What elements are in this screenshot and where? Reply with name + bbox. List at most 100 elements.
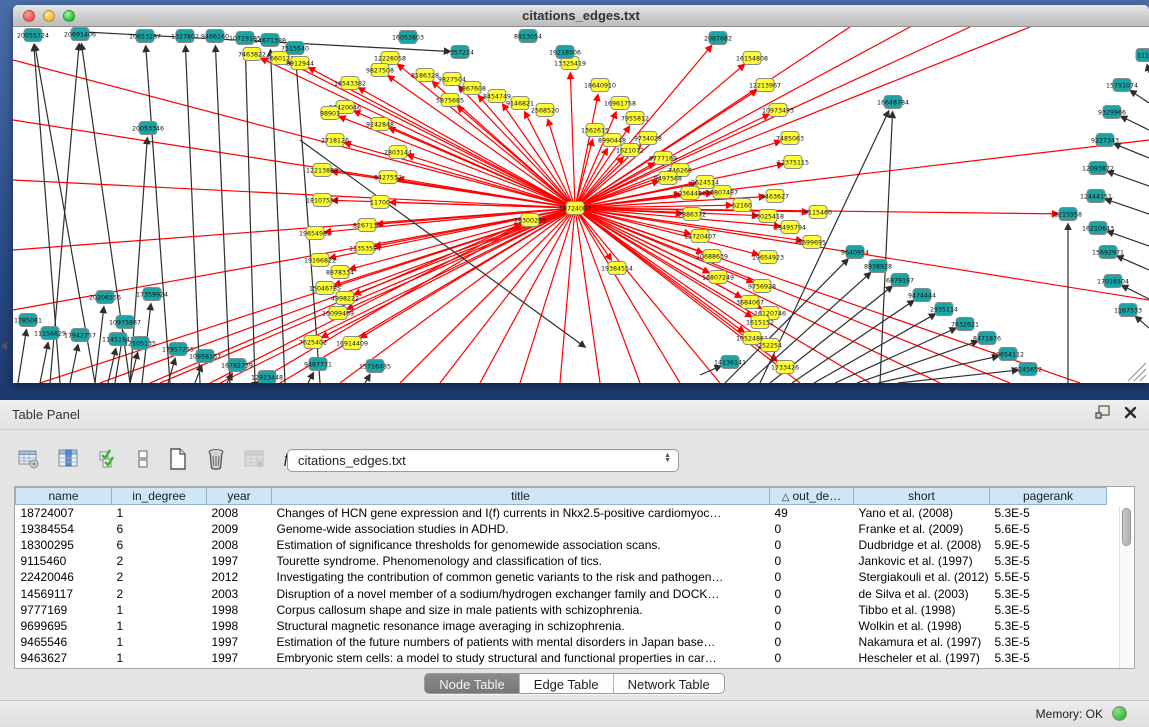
graph-node[interactable]: 1733426 xyxy=(771,361,799,374)
graph-node[interactable]: 1327802 xyxy=(171,30,199,43)
table-cell[interactable]: de Silva et al. (2003) xyxy=(854,585,990,601)
table-row[interactable]: 946554611997Estimation of the future num… xyxy=(16,634,1121,650)
table-cell[interactable]: Corpus callosum shape and size in male p… xyxy=(272,602,770,618)
table-cell[interactable]: Estimation of the future numbers of pati… xyxy=(272,634,770,650)
table-cell[interactable]: 2012 xyxy=(207,569,272,585)
graph-node[interactable]: 16648784 xyxy=(877,96,909,109)
graph-node[interactable]: 18495794 xyxy=(774,221,806,234)
table-cell[interactable]: Jankovic et al. (1997) xyxy=(854,553,990,569)
table-cell[interactable]: 5.3E-5 xyxy=(990,505,1107,521)
new-column-icon[interactable] xyxy=(166,446,190,472)
table-cell[interactable]: 1997 xyxy=(207,634,272,650)
select-all-icon[interactable] xyxy=(96,447,120,471)
graph-node[interactable]: 9245652 xyxy=(1014,363,1042,376)
table-cell[interactable]: 5.3E-5 xyxy=(990,585,1107,601)
graph-node[interactable]: 62160 xyxy=(732,199,752,212)
table-cell[interactable]: 0 xyxy=(770,634,854,650)
graph-node[interactable]: 8186328 xyxy=(411,69,439,82)
graph-node[interactable]: 8215958 xyxy=(1054,208,1082,221)
table-cell[interactable]: Investigating the contribution of common… xyxy=(272,569,770,585)
graph-node[interactable]: 9115460 xyxy=(804,206,832,219)
table-row[interactable]: 969969511998Structural magnetic resonanc… xyxy=(16,618,1121,634)
table-cell[interactable]: 2008 xyxy=(207,537,272,553)
table-cell[interactable]: Nakamura et al. (1997) xyxy=(854,634,990,650)
graph-node[interactable]: 4998222 xyxy=(331,292,359,305)
table-cell[interactable]: Embryonic stem cells: a model to study s… xyxy=(272,650,770,666)
table-cell[interactable]: 1 xyxy=(112,505,207,521)
table-cell[interactable]: 1997 xyxy=(207,650,272,666)
column-header-indegree[interactable]: in_degree xyxy=(112,488,207,505)
graph-node[interactable]: 8471876 xyxy=(973,332,1001,345)
table-cell[interactable]: 0 xyxy=(770,521,854,537)
table-cell[interactable]: Franke et al. (2009) xyxy=(854,521,990,537)
window-titlebar[interactable]: citations_edges.txt xyxy=(13,5,1149,27)
graph-node[interactable]: 9466160 xyxy=(201,30,229,43)
table-cell[interactable]: Dudbridge et al. (2008) xyxy=(854,537,990,553)
graph-node[interactable]: 17942757 xyxy=(64,329,96,342)
table-cell[interactable]: Estimation of significance thresholds fo… xyxy=(272,537,770,553)
graph-node[interactable]: 12923448 xyxy=(251,371,283,384)
column-header-name[interactable]: name xyxy=(16,488,112,505)
graph-node[interactable]: 15720407 xyxy=(684,230,716,243)
table-cell[interactable]: 1998 xyxy=(207,618,272,634)
table-row[interactable]: 1830029562008Estimation of significance … xyxy=(16,537,1121,553)
graph-node[interactable]: 2803144 xyxy=(384,146,412,159)
table-cell[interactable]: 0 xyxy=(770,537,854,553)
table-cell[interactable]: 2 xyxy=(112,553,207,569)
table-cell[interactable]: 5.3E-5 xyxy=(990,602,1107,618)
graph-node[interactable]: 12213967 xyxy=(749,79,781,92)
table-cell[interactable]: 2 xyxy=(112,585,207,601)
graph-node[interactable]: 9827504 xyxy=(438,73,466,86)
table-cell[interactable]: Tourette syndrome. Phenomenology and cla… xyxy=(272,553,770,569)
graph-node[interactable]: 9827508 xyxy=(366,64,394,77)
table-cell[interactable]: Genome-wide association studies in ADHD. xyxy=(272,521,770,537)
delete-table-icon[interactable] xyxy=(242,447,268,471)
table-cell[interactable]: 5.5E-5 xyxy=(990,569,1107,585)
graph-node[interactable]: 7485063 xyxy=(776,132,804,145)
graph-node[interactable]: 9474444 xyxy=(908,289,936,302)
graph-node[interactable]: 2867608 xyxy=(458,82,486,95)
table-cell[interactable]: 14569117 xyxy=(16,585,112,601)
table-cell[interactable]: Disruption of a novel member of a sodium… xyxy=(272,585,770,601)
table-cell[interactable]: 0 xyxy=(770,585,854,601)
table-cell[interactable]: 1 xyxy=(112,602,207,618)
graph-node[interactable]: 1785081 xyxy=(14,314,42,327)
column-header-title[interactable]: title xyxy=(272,488,770,505)
table-cell[interactable]: 1 xyxy=(112,650,207,666)
tab-edge-table[interactable]: Edge Table xyxy=(519,674,613,693)
table-cell[interactable]: 0 xyxy=(770,650,854,666)
table-cell[interactable]: 0 xyxy=(770,602,854,618)
table-cell[interactable]: Yano et al. (2008) xyxy=(854,505,990,521)
table-mode-icon[interactable] xyxy=(16,447,42,471)
table-cell[interactable]: Hescheler et al. (1997) xyxy=(854,650,990,666)
table-cell[interactable]: 2 xyxy=(112,569,207,585)
table-cell[interactable]: 0 xyxy=(770,618,854,634)
vertical-scrollbar[interactable] xyxy=(1119,506,1132,668)
graph-node[interactable]: 20691406 xyxy=(64,28,96,41)
scrollbar-thumb[interactable] xyxy=(1122,508,1131,546)
column-header-outde[interactable]: △out_de… xyxy=(770,488,854,505)
network-window[interactable]: citations_edges.txt 18724007 18300295 19… xyxy=(13,5,1149,383)
table-cell[interactable]: 18724007 xyxy=(16,505,112,521)
table-cell[interactable]: 1997 xyxy=(207,553,272,569)
table-cell[interactable]: 22420046 xyxy=(16,569,112,585)
table-row[interactable]: 1938455462009Genome-wide association stu… xyxy=(16,521,1121,537)
graph-node[interactable]: 18640910 xyxy=(584,79,616,92)
table-row[interactable]: 1456911722003Disruption of a novel membe… xyxy=(16,585,1121,601)
table-cell[interactable]: 9463627 xyxy=(16,650,112,666)
table-cell[interactable]: 9115460 xyxy=(16,553,112,569)
graph-node[interactable]: 15751074 xyxy=(1106,79,1138,92)
graph-node[interactable]: 16154808 xyxy=(736,52,768,65)
float-window-icon[interactable] xyxy=(1095,405,1110,419)
graph-node[interactable]: 20055724 xyxy=(17,29,49,42)
table-cell[interactable]: Tibbo et al. (1998) xyxy=(854,602,990,618)
table-cell[interactable]: 5.9E-5 xyxy=(990,537,1107,553)
table-cell[interactable]: 6 xyxy=(112,521,207,537)
column-header-pagerank[interactable]: pagerank xyxy=(990,488,1107,505)
table-row[interactable]: 946362711997Embryonic stem cells: a mode… xyxy=(16,650,1121,666)
table-row[interactable]: 1872400712008Changes of HCN gene express… xyxy=(16,505,1121,521)
graph-node[interactable]: 17016504 xyxy=(1097,275,1129,288)
graph-node[interactable]: 1167533 xyxy=(1114,304,1142,317)
table-row[interactable]: 977716911998Corpus callosum shape and si… xyxy=(16,602,1121,618)
graph-node[interactable]: 20206556 xyxy=(89,291,121,304)
